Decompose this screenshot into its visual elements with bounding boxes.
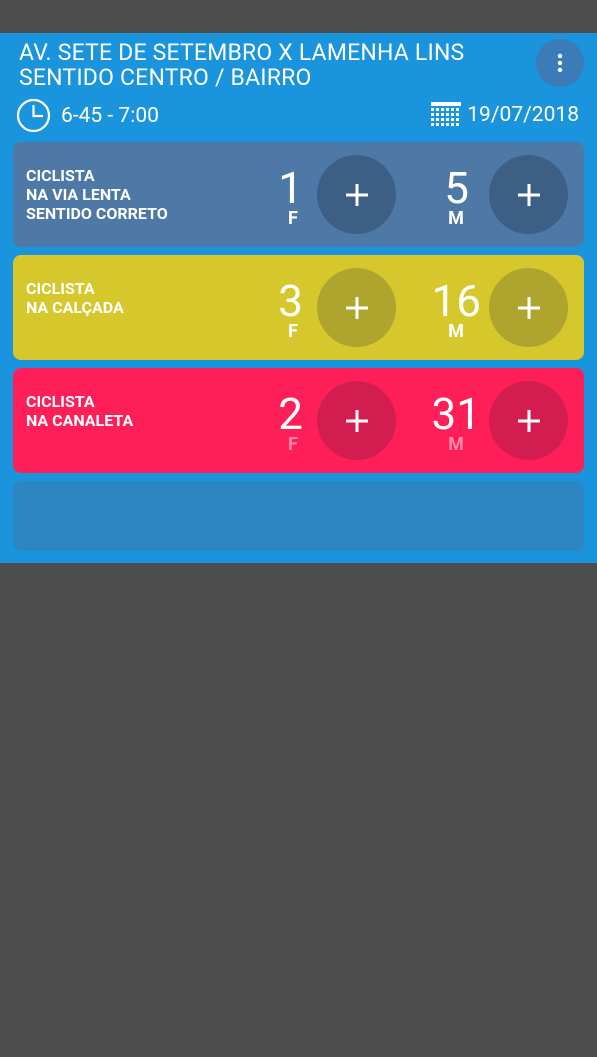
- female-count: 3: [278, 275, 303, 327]
- add-female-button[interactable]: [317, 155, 396, 234]
- female-label: F: [288, 434, 298, 455]
- male-label: M: [448, 434, 464, 455]
- male-count: 31: [431, 388, 481, 440]
- location-title: AV. SETE DE SETEMBRO X LAMENHA LINS SENT…: [19, 39, 465, 91]
- empty-card[interactable]: [13, 481, 584, 551]
- clock-icon: [16, 98, 51, 133]
- counter-panel: AV. SETE DE SETEMBRO X LAMENHA LINS SENT…: [0, 33, 597, 563]
- female-count: 1: [278, 162, 303, 214]
- plus-icon: [517, 296, 540, 319]
- plus-icon: [345, 409, 368, 432]
- card-label: CICLISTA NA CALÇADA: [26, 279, 124, 317]
- overflow-menu-button[interactable]: [536, 39, 584, 87]
- date-text: 19/07/2018: [467, 103, 579, 127]
- calendar-icon: [431, 102, 462, 126]
- card-via-lenta: CICLISTA NA VIA LENTA SENTIDO CORRETO 1 …: [13, 142, 584, 247]
- add-male-button[interactable]: [489, 381, 568, 460]
- card-label: CICLISTA NA CANALETA: [26, 392, 134, 430]
- plus-icon: [345, 183, 368, 206]
- female-label: F: [288, 208, 298, 229]
- more-vert-icon: [557, 53, 563, 73]
- card-canaleta: CICLISTA NA CANALETA 2 F 31 M: [13, 368, 584, 473]
- date-display: 19/07/2018: [430, 101, 579, 129]
- male-label: M: [448, 208, 464, 229]
- add-female-button[interactable]: [317, 381, 396, 460]
- male-label: M: [448, 321, 464, 342]
- add-female-button[interactable]: [317, 268, 396, 347]
- female-count: 2: [278, 388, 303, 440]
- plus-icon: [517, 409, 540, 432]
- male-count: 16: [431, 275, 481, 327]
- card-label: CICLISTA NA VIA LENTA SENTIDO CORRETO: [26, 166, 168, 223]
- plus-icon: [345, 296, 368, 319]
- male-count: 5: [444, 162, 469, 214]
- time-range-text: 6-45 - 7:00: [61, 103, 159, 128]
- plus-icon: [517, 183, 540, 206]
- time-range: 6-45 - 7:00: [16, 98, 159, 133]
- add-male-button[interactable]: [489, 155, 568, 234]
- female-label: F: [288, 321, 298, 342]
- status-bar: [0, 0, 597, 33]
- card-calcada: CICLISTA NA CALÇADA 3 F 16 M: [13, 255, 584, 360]
- add-male-button[interactable]: [489, 268, 568, 347]
